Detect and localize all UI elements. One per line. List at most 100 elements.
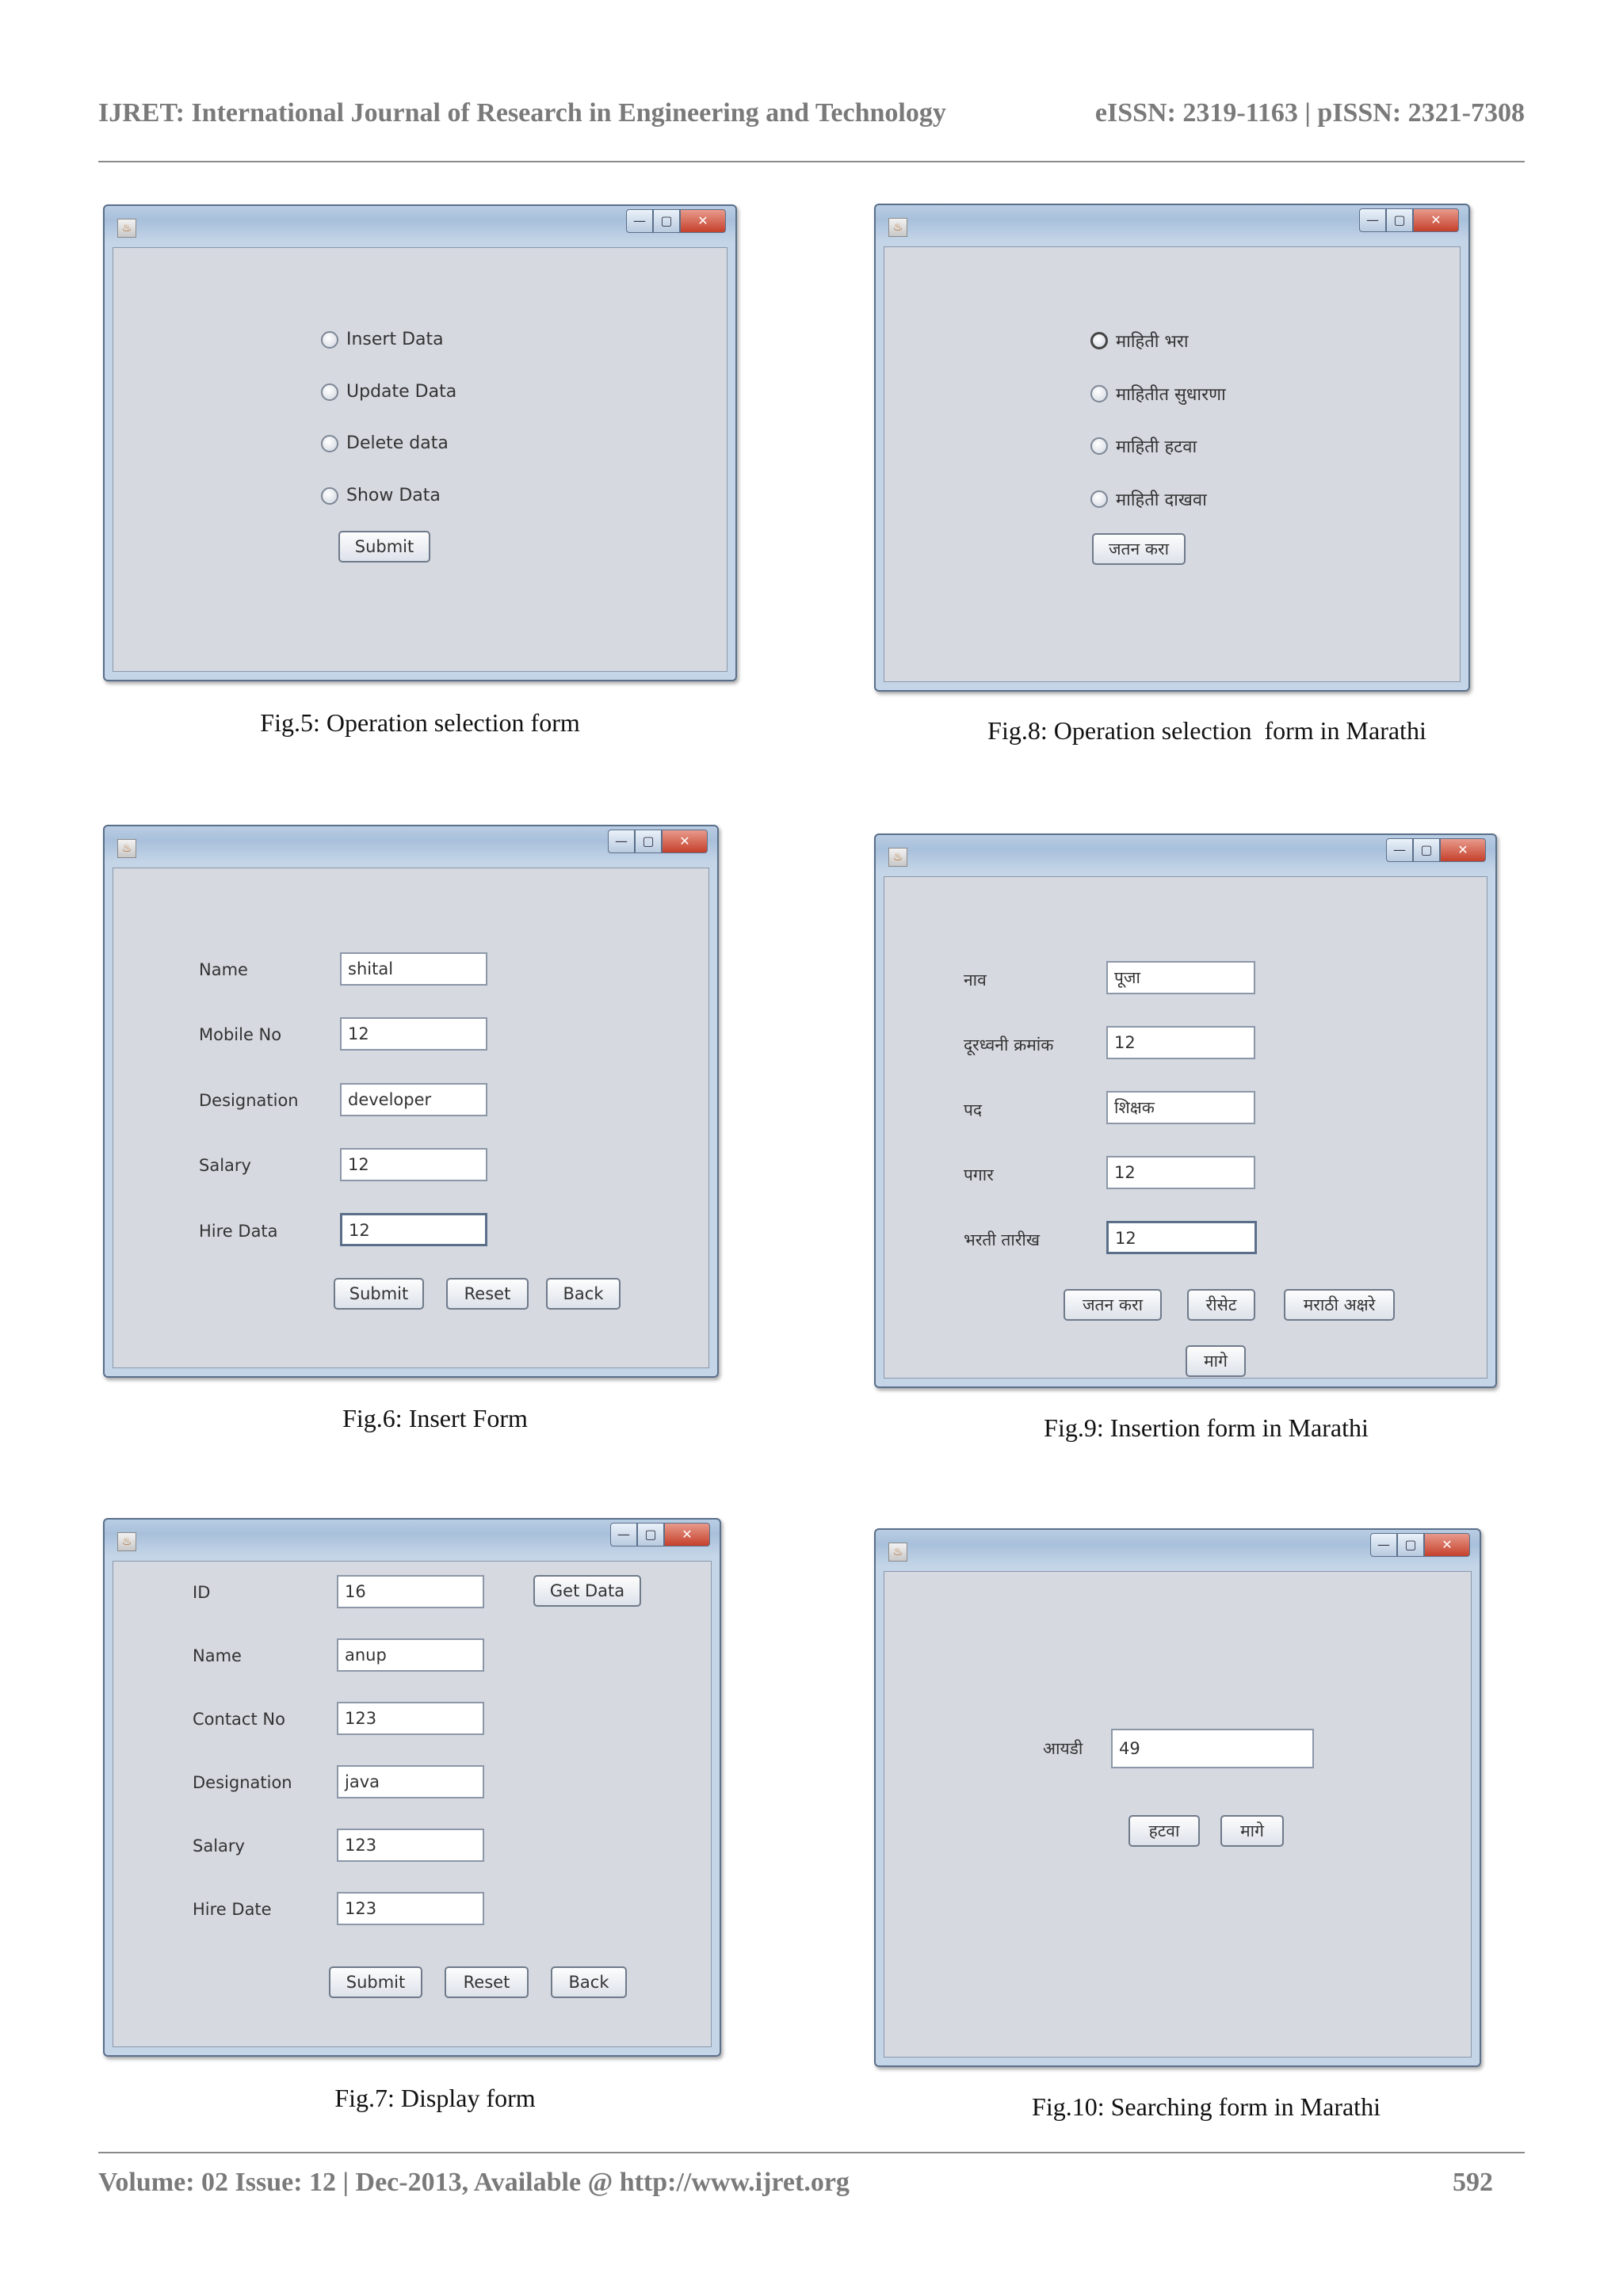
radio-update-data-mr[interactable]: माहितीत सुधारणा [1090, 382, 1226, 406]
id-field-mr[interactable]: 49 [1111, 1729, 1314, 1768]
delete-button[interactable]: हटवा [1128, 1815, 1200, 1847]
fig10-caption: Fig.10: Searching form in Marathi [1032, 2092, 1381, 2121]
save-button[interactable]: जतन करा [1092, 533, 1186, 565]
submit-button[interactable]: Submit [329, 1966, 422, 1998]
fig7-caption: Fig.7: Display form [334, 2084, 536, 2112]
contact-field[interactable]: 123 [337, 1702, 484, 1735]
designation-label-mr: पद [964, 1100, 983, 1119]
minimize-button[interactable]: — [1359, 208, 1386, 232]
title-bar[interactable]: ♨ — ▢ ✕ [105, 1520, 720, 1561]
title-bar[interactable]: ♨ — ▢ ✕ [105, 826, 717, 868]
hire-date-field[interactable]: 123 [337, 1892, 484, 1925]
radio-circle-icon [1090, 385, 1108, 402]
salary-label: Salary [193, 1836, 245, 1855]
fig10-window: ♨ — ▢ ✕ आयडी 49 हटवा मागे [874, 1528, 1481, 2067]
salary-field[interactable]: 123 [337, 1829, 484, 1862]
salary-label: Salary [199, 1156, 251, 1175]
radio-insert-data[interactable]: Insert Data [321, 330, 444, 349]
radio-circle-icon [321, 330, 338, 349]
title-bar[interactable]: ♨ — ▢ ✕ [105, 206, 735, 247]
fig8-caption: Fig.8: Operation selection form in Marat… [987, 716, 1426, 745]
hire-date-label: Hire Date [193, 1900, 272, 1919]
radio-delete-data[interactable]: Delete data [321, 433, 449, 453]
maximize-button[interactable]: ▢ [1397, 1533, 1424, 1557]
title-bar[interactable]: ♨ — ▢ ✕ [876, 835, 1495, 876]
maximize-button[interactable]: ▢ [1413, 838, 1440, 862]
journal-title: IJRET: International Journal of Research… [98, 98, 946, 128]
java-app-icon: ♨ [888, 218, 907, 237]
minimize-button[interactable]: — [1370, 1533, 1397, 1557]
get-data-button[interactable]: Get Data [533, 1575, 641, 1607]
radio-show-data[interactable]: Show Data [321, 486, 441, 505]
radio-insert-data-mr[interactable]: माहिती भरा [1090, 329, 1189, 353]
id-label-mr: आयडी [1043, 1739, 1083, 1758]
id-field[interactable]: 16 [337, 1575, 484, 1608]
minimize-button[interactable]: — [608, 830, 635, 853]
name-field-mr[interactable]: पूजा [1106, 961, 1255, 994]
maximize-button[interactable]: ▢ [637, 1523, 664, 1547]
form-panel: आयडी 49 हटवा मागे [884, 1571, 1472, 2058]
marathi-letters-button[interactable]: मराठी अक्षरे [1284, 1289, 1395, 1321]
name-field[interactable]: shital [340, 952, 487, 986]
title-bar[interactable]: ♨ — ▢ ✕ [876, 1530, 1480, 1571]
name-field[interactable]: anup [337, 1638, 484, 1672]
maximize-button[interactable]: ▢ [653, 209, 680, 233]
designation-field[interactable]: developer [340, 1083, 487, 1116]
java-app-icon: ♨ [117, 1532, 136, 1551]
minimize-button[interactable]: — [1386, 838, 1413, 862]
designation-field-mr[interactable]: शिक्षक [1106, 1091, 1255, 1124]
reset-button[interactable]: रीसेट [1187, 1289, 1255, 1321]
radio-circle-icon [321, 486, 338, 505]
reset-button[interactable]: Reset [445, 1966, 529, 1998]
close-button[interactable]: ✕ [664, 1523, 710, 1547]
submit-button[interactable]: Submit [334, 1278, 424, 1310]
fig9-window: ♨ — ▢ ✕ नाव पूजा दूरध्वनी क्रमांक 12 पद … [874, 833, 1497, 1388]
running-footer: Volume: 02 Issue: 12 | Dec-2013, Availab… [98, 2168, 1493, 2203]
radio-update-data[interactable]: Update Data [321, 382, 456, 402]
back-button[interactable]: Back [546, 1278, 621, 1310]
page-number: 592 [1453, 2168, 1493, 2197]
name-label: Name [193, 1646, 242, 1665]
back-button[interactable]: मागे [1186, 1345, 1246, 1377]
maximize-button[interactable]: ▢ [635, 830, 662, 853]
radio-show-data-mr[interactable]: माहिती दाखवा [1090, 487, 1207, 511]
reset-button[interactable]: Reset [446, 1278, 529, 1310]
phone-field-mr[interactable]: 12 [1106, 1026, 1255, 1059]
radio-label: माहिती दाखवा [1116, 490, 1207, 510]
back-button[interactable]: Back [551, 1966, 627, 1998]
close-button[interactable]: ✕ [1440, 838, 1486, 862]
save-button[interactable]: जतन करा [1064, 1289, 1162, 1321]
salary-field[interactable]: 12 [340, 1148, 487, 1181]
salary-label-mr: पगार [964, 1165, 994, 1184]
close-button[interactable]: ✕ [1413, 208, 1459, 232]
contact-label: Contact No [193, 1710, 285, 1729]
mobile-field[interactable]: 12 [340, 1017, 487, 1051]
radio-label: Insert Data [346, 330, 444, 349]
volume-info: Volume: 02 Issue: 12 | Dec-2013, Availab… [98, 2168, 850, 2197]
submit-button[interactable]: Submit [338, 531, 430, 563]
radio-label: माहिती भरा [1116, 332, 1189, 352]
back-button[interactable]: मागे [1220, 1815, 1284, 1847]
form-panel: माहिती भरा माहितीत सुधारणा माहिती हटवा म… [884, 246, 1461, 682]
form-panel: Insert Data Update Data Delete data Show… [113, 247, 727, 672]
radio-delete-data-mr[interactable]: माहिती हटवा [1090, 434, 1197, 458]
name-label: Name [199, 960, 248, 979]
salary-field-mr[interactable]: 12 [1106, 1156, 1255, 1189]
close-button[interactable]: ✕ [662, 830, 708, 853]
minimize-button[interactable]: — [610, 1523, 637, 1547]
radio-circle-icon [321, 434, 338, 452]
running-header: IJRET: International Journal of Research… [98, 98, 1525, 133]
fig8-window: ♨ — ▢ ✕ माहिती भरा माहितीत सुधारणा माहित… [874, 204, 1470, 692]
close-button[interactable]: ✕ [1424, 1533, 1470, 1557]
fig5-window: ♨ — ▢ ✕ Insert Data Update Data Delete d… [103, 204, 737, 681]
title-bar[interactable]: ♨ — ▢ ✕ [876, 205, 1468, 246]
maximize-button[interactable]: ▢ [1386, 208, 1413, 232]
designation-field[interactable]: java [337, 1765, 484, 1798]
form-panel: नाव पूजा दूरध्वनी क्रमांक 12 पद शिक्षक प… [884, 876, 1487, 1379]
java-app-icon: ♨ [117, 839, 136, 858]
header-rule [98, 161, 1525, 162]
close-button[interactable]: ✕ [680, 209, 726, 233]
hire-date-field[interactable]: 12 [340, 1213, 487, 1246]
hire-date-field-mr[interactable]: 12 [1106, 1221, 1257, 1254]
minimize-button[interactable]: — [626, 209, 653, 233]
